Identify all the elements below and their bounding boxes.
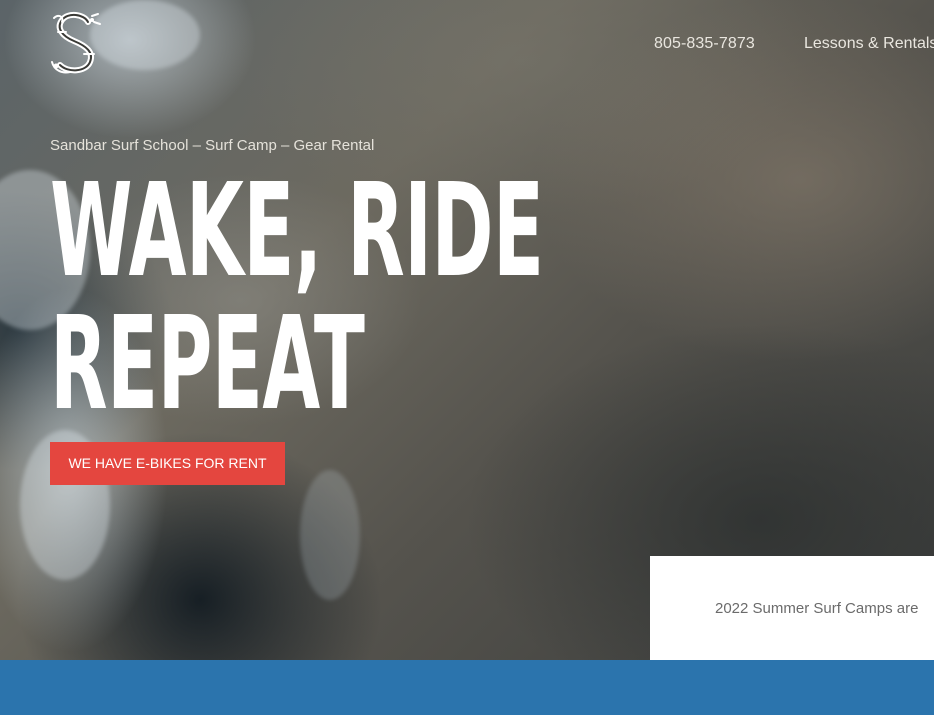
- notice-text: 2022 Summer Surf Camps are: [715, 600, 919, 617]
- hero-headline-line-1: WAKE, RIDE: [50, 156, 544, 306]
- ebike-rental-button[interactable]: WE HAVE E-BIKES FOR RENT: [50, 442, 285, 485]
- hero-subtitle: Sandbar Surf School – Surf Camp – Gear R…: [50, 137, 375, 154]
- hero-headline-line-2: REPEAT: [50, 289, 365, 439]
- bottom-bar: [0, 660, 934, 715]
- nav-phone-link[interactable]: 805-835-7873: [654, 35, 755, 53]
- sandbar-logo-icon[interactable]: [48, 10, 104, 76]
- hero-headline: WAKE, RIDE REPEAT: [50, 165, 544, 431]
- wave-spray: [90, 0, 200, 70]
- nav-lessons-rentals-link[interactable]: Lessons & Rentals: [804, 35, 934, 53]
- wave-spray: [300, 470, 360, 600]
- summer-camps-notice[interactable]: 2022 Summer Surf Camps are: [650, 556, 934, 660]
